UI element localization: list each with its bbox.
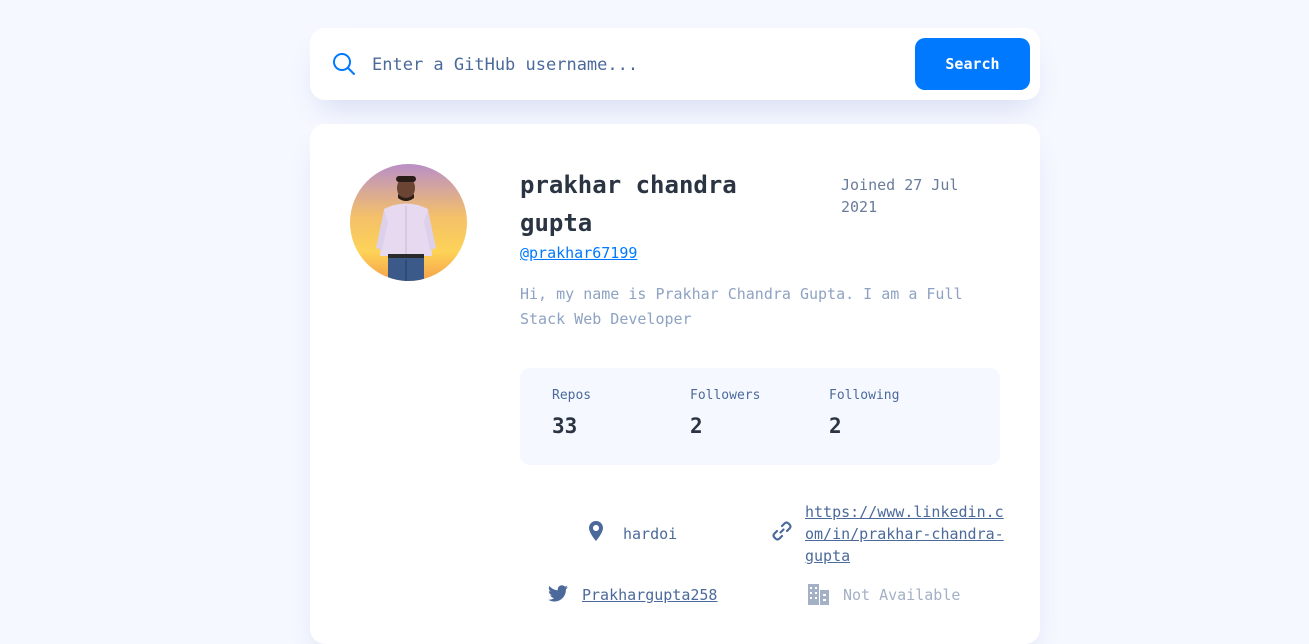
username-link[interactable]: @prakhar67199 (520, 244, 637, 262)
following-label: Following (829, 388, 900, 403)
search-icon (333, 53, 355, 75)
twitter-icon (548, 585, 568, 602)
company-text: Not Available (843, 586, 961, 604)
repos-label: Repos (552, 388, 592, 403)
profile-bio: Hi, my name is Prakhar Chandra Gupta. I … (520, 285, 963, 328)
search-bar: Search (310, 28, 1040, 100)
twitter-link[interactable]: Prakhargupta258 (582, 584, 717, 606)
repos-count: 33 (552, 414, 578, 438)
following-count: 2 (829, 414, 842, 438)
profile-card: prakhar chandra gupta Joined 27 Jul 2021… (310, 124, 1040, 644)
search-button[interactable]: Search (915, 38, 1030, 90)
profile-name: prakhar chandra gupta (520, 171, 737, 237)
joined-date: Joined 27 Jul 2021 (841, 176, 959, 216)
followers-label: Followers (690, 388, 761, 403)
avatar (350, 164, 467, 281)
blog-link[interactable]: https://www.linkedin.com/in/prakhar-chan… (805, 501, 1005, 567)
search-input[interactable] (370, 48, 894, 82)
followers-count: 2 (690, 414, 703, 438)
location-pin-icon (589, 521, 603, 541)
stat-following: Following 2 (829, 388, 899, 438)
stat-repos: Repos 33 (552, 388, 591, 438)
link-icon (772, 521, 792, 541)
stat-followers: Followers 2 (690, 388, 760, 438)
stats-panel: Repos 33 Followers 2 Following 2 (520, 368, 1000, 465)
location-text: hardoi (623, 525, 678, 543)
building-icon (808, 584, 829, 605)
